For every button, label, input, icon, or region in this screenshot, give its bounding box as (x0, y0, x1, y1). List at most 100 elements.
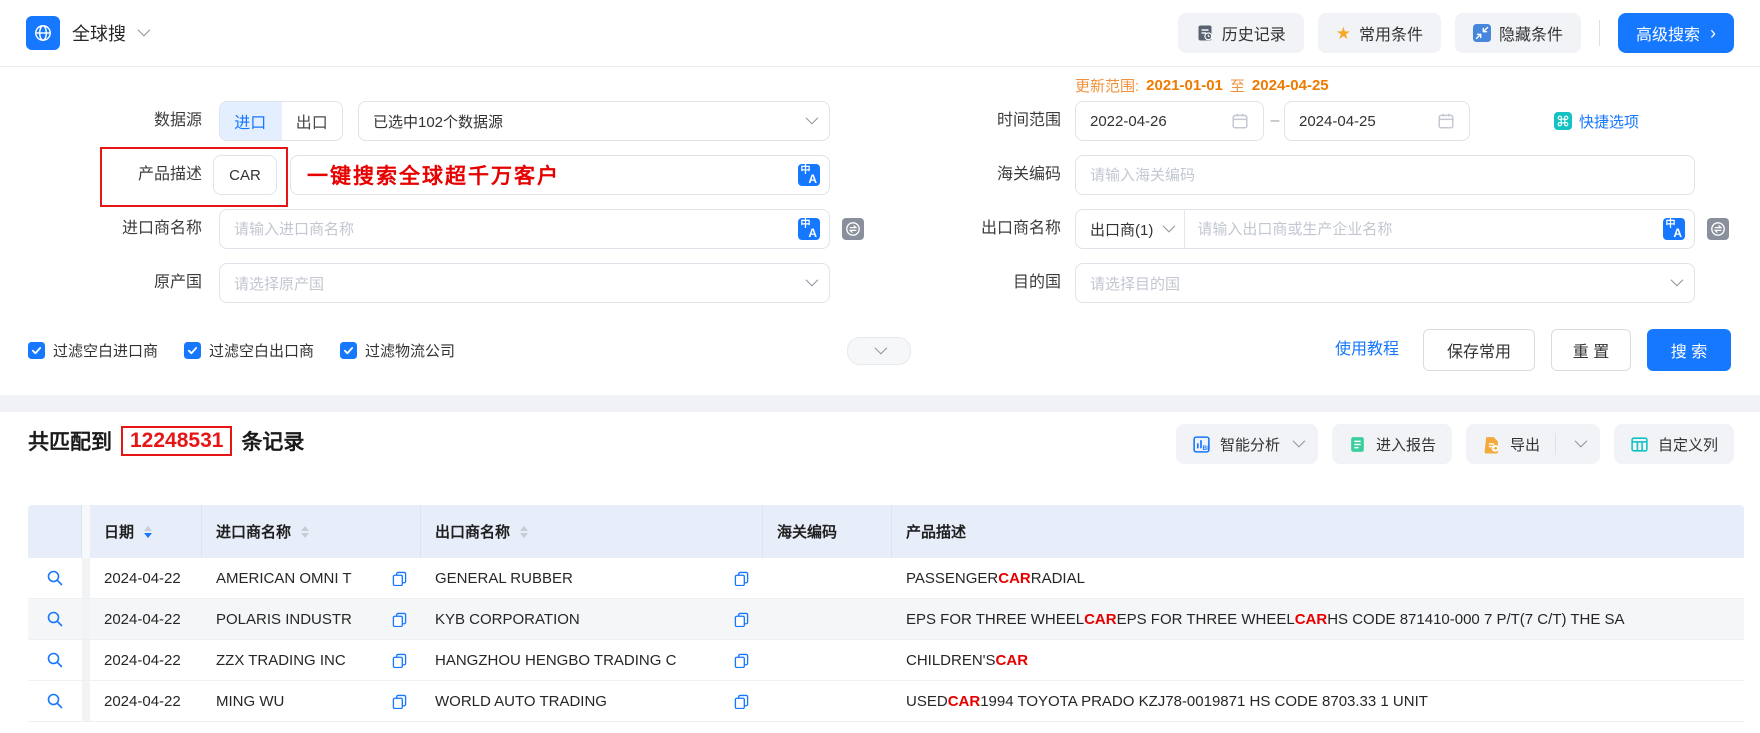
table-row[interactable]: 2024-04-22 MING WU WORLD AUTO TRADING USED … (28, 681, 1744, 722)
calendar-icon[interactable] (1231, 112, 1249, 130)
sort-desc-icon[interactable] (301, 532, 310, 538)
header-cell-tools (28, 505, 82, 558)
date-end-input[interactable]: 2024-04-25 (1284, 101, 1470, 141)
chevron-down-icon[interactable] (137, 23, 151, 37)
row-detail-cell[interactable] (28, 599, 82, 639)
cell-product-desc: USED CAR 1994 TOYOTA PRADO KZJ78-0019871… (906, 692, 1428, 710)
checkbox-checked-icon[interactable] (340, 341, 358, 359)
exporter-field[interactable]: 出口商(1) 中A (1075, 209, 1695, 249)
search-detail-icon[interactable] (46, 610, 64, 628)
sort-asc-icon[interactable] (144, 525, 153, 531)
filter-checkbox[interactable]: 过滤空白出口商 (184, 340, 314, 361)
export-button[interactable]: 导出 (1465, 424, 1600, 464)
sort-asc-icon[interactable] (520, 525, 529, 531)
app-brand[interactable]: 全球搜 (26, 16, 151, 50)
hide-conditions-button[interactable]: 隐藏条件 (1454, 13, 1581, 53)
highlight-term: CAR (998, 569, 1031, 587)
filter-checkbox[interactable]: 过滤空白进口商 (28, 340, 158, 361)
history-icon (1196, 24, 1214, 42)
sort-carets[interactable] (301, 525, 310, 538)
search-detail-icon[interactable] (46, 651, 64, 669)
cell-hs-code (763, 681, 892, 721)
sort-desc-icon[interactable] (520, 532, 529, 538)
advanced-search-button[interactable]: 高级搜索 › (1617, 13, 1734, 53)
header-label: 出口商名称 (435, 524, 511, 541)
import-export-toggle: 进口 出口 (219, 101, 343, 141)
enter-report-button[interactable]: 进入报告 (1331, 424, 1452, 464)
quick-options[interactable]: 快捷选项 (1554, 101, 1639, 141)
smart-analysis-button[interactable]: BI 智能分析 (1175, 424, 1318, 464)
importer-input[interactable] (234, 220, 787, 238)
sort-carets[interactable] (144, 525, 153, 538)
table-row[interactable]: 2024-04-22 AMERICAN OMNI T GENERAL RUBBER P… (28, 558, 1744, 599)
header-cell: 产品描述 (892, 505, 1744, 558)
sort-asc-icon[interactable] (301, 525, 310, 531)
toggle-export[interactable]: 出口 (280, 102, 343, 140)
search-detail-icon[interactable] (46, 692, 64, 710)
copy-icon[interactable] (384, 571, 407, 586)
importer-name: AMERICAN OMNI T (216, 569, 352, 587)
synonym-icon[interactable] (1707, 218, 1729, 240)
copy-icon[interactable] (384, 612, 407, 627)
header-cell[interactable]: 日期 (90, 505, 202, 558)
copy-icon[interactable] (726, 612, 749, 627)
chevron-down-icon[interactable] (1574, 434, 1588, 448)
collapse-form-button[interactable] (847, 337, 911, 365)
date-start-value: 2022-04-26 (1090, 112, 1167, 130)
cell-date: 2024-04-22 (104, 569, 181, 587)
dest-country-select[interactable]: 请选择目的国 (1075, 263, 1695, 303)
origin-country-select[interactable]: 请选择原产国 (219, 263, 830, 303)
exporter-type-select[interactable]: 出口商(1) (1090, 210, 1186, 248)
copy-icon[interactable] (384, 653, 407, 668)
header-cell[interactable]: 出口商名称 (421, 505, 763, 558)
topbar-actions: 历史记录 ★ 常用条件 隐藏条件 高级搜索 › (1177, 13, 1734, 53)
row-detail-cell[interactable] (28, 558, 82, 598)
reset-button[interactable]: 重 置 (1551, 329, 1631, 371)
sort-desc-icon[interactable] (144, 532, 153, 538)
table-row[interactable]: 2024-04-22 ZZX TRADING INC HANGZHOU HENGBO… (28, 640, 1744, 681)
calendar-icon[interactable] (1437, 112, 1455, 130)
checkbox-checked-icon[interactable] (28, 341, 45, 359)
command-icon (1554, 112, 1572, 130)
hs-code-input[interactable] (1090, 166, 1680, 184)
data-source-select[interactable]: 已选中102个数据源 (358, 101, 830, 141)
toggle-import[interactable]: 进口 (220, 102, 281, 140)
checkbox-checked-icon[interactable] (184, 341, 202, 359)
exporter-input[interactable] (1197, 220, 1652, 238)
product-keyword-input[interactable] (214, 166, 276, 184)
favorites-button[interactable]: ★ 常用条件 (1317, 13, 1441, 53)
copy-icon[interactable] (726, 694, 749, 709)
copy-icon[interactable] (726, 653, 749, 668)
row-detail-cell[interactable] (28, 681, 82, 721)
row-detail-cell[interactable] (28, 640, 82, 680)
save-conditions-button[interactable]: 保存常用 (1423, 329, 1535, 371)
product-desc-field[interactable]: 一键搜索全球超千万客户 中A (290, 155, 830, 195)
filter-label: 过滤空白进口商 (53, 342, 159, 360)
search-detail-icon[interactable] (46, 569, 64, 587)
chevron-down-icon (805, 111, 819, 125)
table-body: 2024-04-22 AMERICAN OMNI T GENERAL RUBBER P… (28, 558, 1744, 722)
copy-icon[interactable] (384, 694, 407, 709)
translate-icon[interactable]: 中A (798, 218, 820, 240)
history-button[interactable]: 历史记录 (1177, 13, 1304, 53)
table-row[interactable]: 2024-04-22 POLARIS INDUSTR KYB CORPORATION… (28, 599, 1744, 640)
date-start-input[interactable]: 2022-04-26 (1075, 101, 1264, 141)
custom-columns-button[interactable]: 自定义列 (1613, 424, 1734, 464)
smart-analysis-label: 智能分析 (1219, 436, 1280, 454)
copy-icon[interactable] (726, 571, 749, 586)
data-source-selected: 已选中102个数据源 (373, 113, 504, 131)
frozen-divider (82, 599, 90, 639)
bi-chart-icon: BI (1192, 435, 1211, 454)
highlight-term: CAR (947, 692, 981, 710)
search-button[interactable]: 搜 索 (1647, 329, 1731, 371)
sort-carets[interactable] (520, 525, 529, 538)
filter-checkbox[interactable]: 过滤物流公司 (340, 340, 455, 361)
translate-icon[interactable]: 中A (798, 164, 820, 186)
dest-country-placeholder: 请选择目的国 (1090, 275, 1181, 293)
header-cell[interactable]: 进口商名称 (202, 505, 421, 558)
hs-code-field[interactable] (1075, 155, 1695, 195)
importer-field[interactable]: 中A (219, 209, 830, 249)
translate-icon[interactable]: 中A (1663, 218, 1685, 240)
product-keyword-box[interactable] (213, 155, 277, 195)
tutorial-link[interactable]: 使用教程 (1335, 330, 1399, 370)
